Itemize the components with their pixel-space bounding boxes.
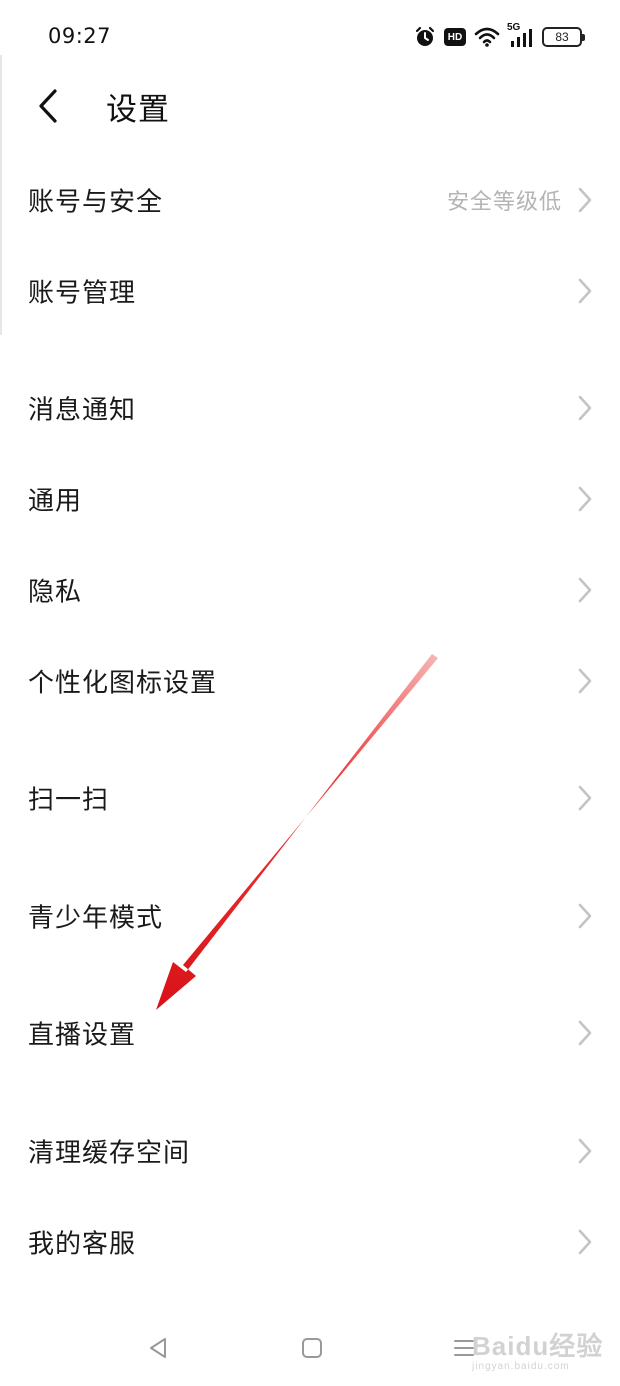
settings-item-clear-cache[interactable]: 清理缓存空间 [0, 1111, 620, 1191]
baidu-watermark: Baidu经验 jingyan.baidu.com [472, 1326, 603, 1372]
chevron-right-icon [578, 1229, 592, 1255]
settings-item-label: 通用 [28, 486, 83, 517]
settings-item-label: 直播设置 [28, 1020, 137, 1051]
nav-home-button[interactable] [292, 1328, 332, 1368]
status-bar: 09:27 HD 5G 83 [0, 0, 620, 70]
network-type-label: 5G [507, 22, 521, 33]
settings-item-label: 扫一扫 [28, 785, 110, 816]
settings-item-label: 青少年模式 [28, 903, 164, 934]
chevron-right-icon [578, 668, 592, 694]
status-icons: HD 5G 83 [414, 22, 585, 52]
nav-back-button[interactable] [138, 1328, 178, 1368]
alarm-icon [414, 26, 436, 48]
settings-item-label: 清理缓存空间 [28, 1138, 191, 1169]
settings-item-notifications[interactable]: 消息通知 [0, 368, 620, 448]
back-button[interactable] [26, 84, 70, 128]
settings-item-scan[interactable]: 扫一扫 [0, 758, 620, 838]
chevron-right-icon [578, 395, 592, 421]
settings-item-customer-service[interactable]: 我的客服 [0, 1202, 620, 1282]
settings-item-label: 账号管理 [28, 278, 137, 309]
battery-level: 83 [555, 30, 569, 44]
triangle-back-icon [150, 1338, 166, 1358]
chevron-right-icon [578, 278, 592, 304]
chevron-right-icon [578, 1020, 592, 1046]
chevron-right-icon [578, 903, 592, 929]
settings-item-label: 隐私 [28, 577, 83, 608]
page-title: 设置 [106, 92, 170, 128]
security-level-value: 安全等级低 [446, 190, 562, 215]
square-home-icon [302, 1338, 322, 1358]
settings-item-custom-icon[interactable]: 个性化图标设置 [0, 641, 620, 721]
battery-icon: 83 [542, 27, 585, 47]
watermark-main: Baidu经验 [472, 1331, 604, 1361]
settings-item-general[interactable]: 通用 [0, 459, 620, 539]
settings-item-label: 消息通知 [28, 395, 137, 426]
chevron-right-icon [578, 785, 592, 811]
chevron-right-icon [578, 187, 592, 213]
cellular-signal-icon: 5G [507, 22, 534, 48]
settings-item-privacy[interactable]: 隐私 [0, 550, 620, 630]
status-time: 09:27 [48, 24, 112, 48]
settings-item-label: 我的客服 [28, 1229, 137, 1260]
settings-item-label: 账号与安全 [28, 187, 164, 218]
chevron-left-icon [39, 89, 57, 123]
settings-item-label: 个性化图标设置 [28, 668, 218, 699]
chevron-right-icon [578, 1138, 592, 1164]
wifi-icon [474, 26, 500, 48]
chevron-right-icon [578, 486, 592, 512]
settings-item-teen-mode[interactable]: 青少年模式 [0, 876, 620, 956]
settings-item-live-settings[interactable]: 直播设置 [0, 993, 620, 1073]
chevron-right-icon [578, 577, 592, 603]
hd-icon: HD [444, 28, 466, 46]
page-header: 设置 [0, 70, 620, 150]
settings-item-account-management[interactable]: 账号管理 [0, 251, 620, 331]
settings-item-account-security[interactable]: 账号与安全 安全等级低 [0, 160, 620, 240]
